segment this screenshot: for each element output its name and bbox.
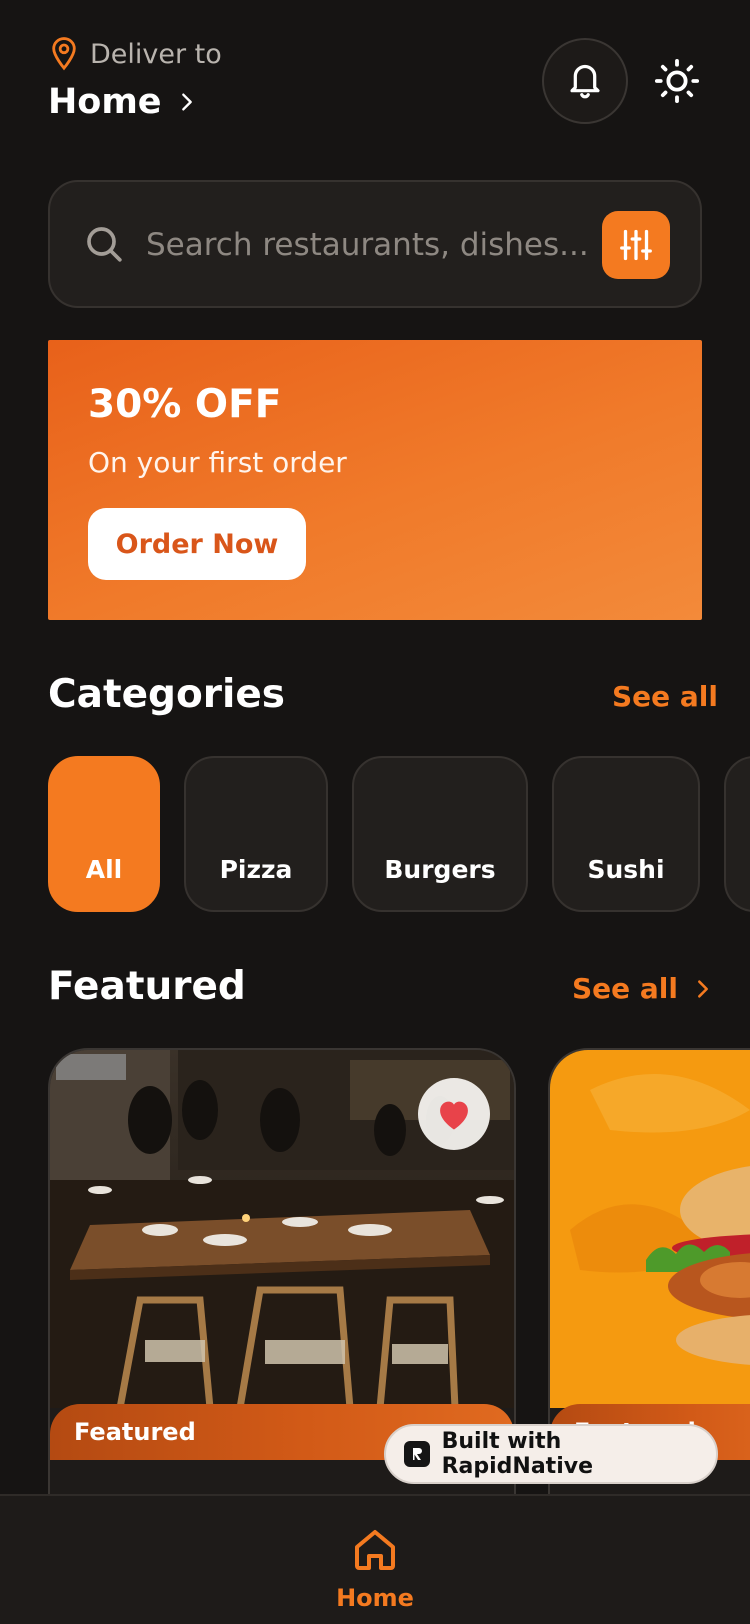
category-label: Sushi bbox=[587, 855, 665, 884]
filter-button[interactable] bbox=[602, 211, 670, 279]
nav-item-home[interactable]: Home bbox=[325, 1526, 425, 1624]
burger-illustration bbox=[550, 1050, 750, 1408]
bottom-navigation: Home bbox=[0, 1494, 750, 1624]
map-pin-icon bbox=[52, 37, 76, 71]
category-chip-burgers[interactable]: Burgers bbox=[352, 756, 528, 912]
featured-see-all-link[interactable]: See all bbox=[572, 972, 714, 1005]
notifications-button[interactable] bbox=[542, 38, 628, 124]
header: Deliver to Home bbox=[48, 32, 702, 132]
category-chip-partial[interactable] bbox=[724, 756, 750, 912]
search-icon bbox=[87, 227, 122, 262]
sun-icon bbox=[654, 58, 700, 104]
chevron-right-icon bbox=[181, 93, 192, 111]
sliders-icon bbox=[620, 229, 652, 261]
see-all-label: See all bbox=[572, 972, 678, 1005]
bell-icon bbox=[570, 64, 600, 99]
categories-title: Categories bbox=[48, 672, 286, 717]
home-screen: Deliver to Home Search restaurants, dish… bbox=[0, 0, 750, 1624]
search-bar bbox=[48, 180, 702, 308]
category-chip-all[interactable]: All bbox=[48, 756, 160, 912]
built-with-badge[interactable]: Built with RapidNative bbox=[384, 1424, 718, 1484]
category-chip-pizza[interactable]: Pizza bbox=[184, 756, 328, 912]
deliver-to-row: Deliver to bbox=[48, 36, 222, 72]
promo-title: 30% OFF bbox=[88, 382, 282, 427]
chevron-right-icon bbox=[698, 979, 708, 998]
theme-toggle-button[interactable] bbox=[652, 56, 702, 106]
category-label: All bbox=[85, 855, 123, 884]
categories-see-all-link[interactable]: See all bbox=[612, 680, 718, 713]
built-with-label: Built with RapidNative bbox=[441, 1429, 593, 1479]
promo-banner: 30% OFF On your first order Order Now bbox=[48, 340, 702, 620]
promo-subtitle: On your first order bbox=[88, 446, 347, 479]
favorite-button[interactable] bbox=[418, 1078, 490, 1150]
order-now-button[interactable]: Order Now bbox=[88, 508, 306, 580]
deliver-to-label: Deliver to bbox=[90, 38, 222, 70]
location-name: Home bbox=[48, 82, 162, 122]
heart-icon bbox=[440, 1101, 468, 1130]
category-label: Pizza bbox=[219, 855, 293, 884]
category-chip-sushi[interactable]: Sushi bbox=[552, 756, 700, 912]
nav-label-home: Home bbox=[336, 1584, 414, 1612]
rapidnative-logo-icon bbox=[404, 1441, 430, 1467]
burger-image bbox=[550, 1050, 750, 1408]
location-selector[interactable]: Home bbox=[48, 82, 198, 122]
search-input[interactable] bbox=[146, 212, 616, 278]
featured-title: Featured bbox=[48, 964, 246, 1009]
category-label: Burgers bbox=[384, 855, 496, 884]
home-icon bbox=[355, 1530, 395, 1570]
